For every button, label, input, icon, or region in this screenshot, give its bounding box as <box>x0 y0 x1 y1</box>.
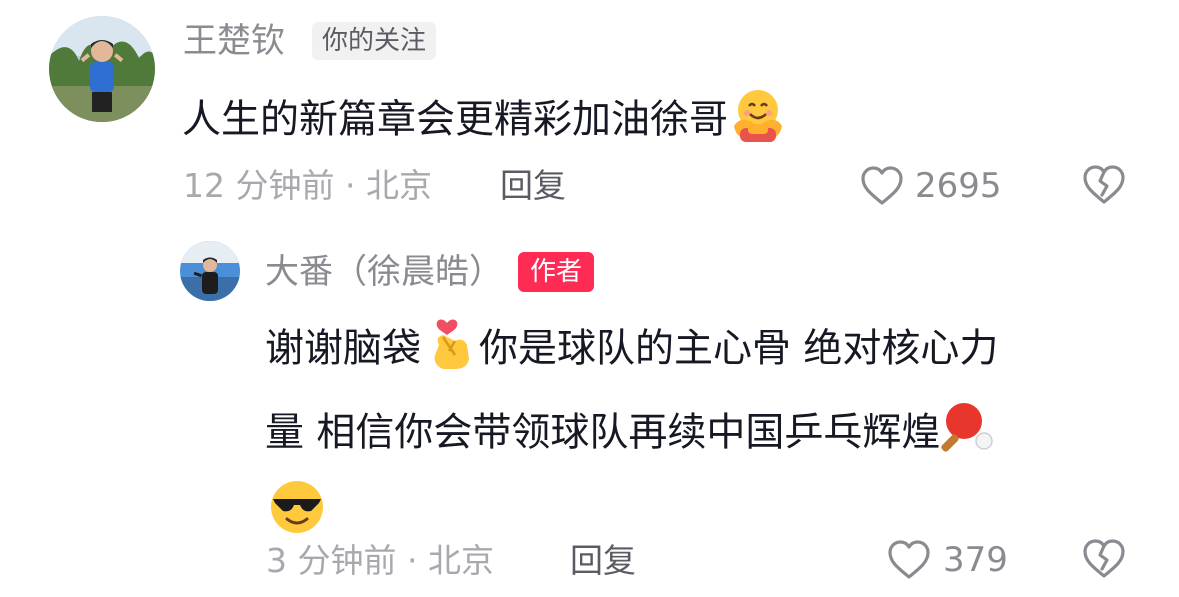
reply-text-line-1: 谢谢脑袋 你是球队的主心骨 绝对核心力 <box>265 315 1125 387</box>
author-badge: 作者 <box>518 252 595 292</box>
heart-icon <box>861 166 903 205</box>
author-avatar[interactable] <box>180 241 240 301</box>
avatar-photo <box>49 16 155 122</box>
broken-heart-icon <box>1083 165 1125 204</box>
reply-username[interactable]: 大番（徐晨皓） <box>265 252 503 292</box>
ping-pong-icon <box>940 399 1000 471</box>
reply-like-button[interactable]: 379 <box>886 536 1016 584</box>
reply-text: 谢谢脑袋 你是球队的主心骨 绝对核心力 量 相信你会带领球队再续中国乒乓辉煌 <box>265 315 1125 553</box>
avatar[interactable] <box>49 16 155 122</box>
comment-username[interactable]: 王楚钦 <box>183 21 285 61</box>
reply-button[interactable]: 回复 <box>500 166 566 206</box>
hugging-face-icon <box>730 86 786 158</box>
reply-text-part-2: 你是球队的主心骨 绝对核心力 <box>479 326 999 372</box>
reply-text-part-3: 量 相信你会带领球队再续中国乒乓辉煌 <box>265 410 941 456</box>
reply-time-location: 3 分钟前 · 北京 <box>266 541 494 580</box>
broken-heart-icon <box>1083 539 1125 578</box>
finger-heart-icon <box>425 315 475 387</box>
reply-like-count: 379 <box>943 540 1008 580</box>
dislike-button[interactable] <box>1081 162 1129 210</box>
like-button[interactable]: 2695 <box>859 162 1009 210</box>
heart-icon <box>888 540 930 579</box>
avatar-photo <box>180 241 240 301</box>
following-badge: 你的关注 <box>312 22 437 60</box>
comment-time-location: 12 分钟前 · 北京 <box>183 166 432 205</box>
comment-text-content: 人生的新篇章会更精彩加油徐哥 <box>182 97 729 143</box>
reply-text-part-1: 谢谢脑袋 <box>265 326 422 372</box>
reply-text-line-2: 量 相信你会带领球队再续中国乒乓辉煌 <box>265 399 1125 471</box>
comment-text: 人生的新篇章会更精彩加油徐哥 <box>182 86 786 158</box>
like-count: 2695 <box>915 166 1002 206</box>
reply-reply-button[interactable]: 回复 <box>570 541 636 581</box>
reply-dislike-button[interactable] <box>1081 536 1129 584</box>
